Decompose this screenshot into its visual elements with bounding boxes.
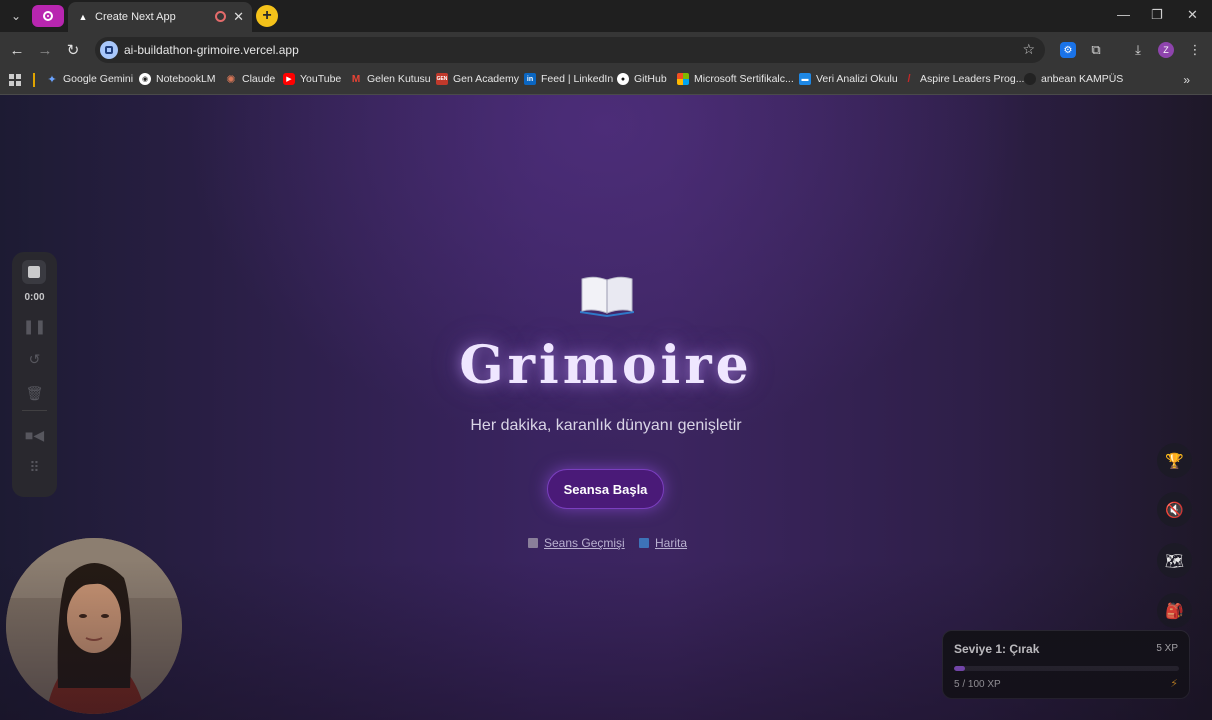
drag-handle-icon[interactable]: ⠿ xyxy=(12,459,57,476)
recording-tab-indicator[interactable] xyxy=(32,5,64,27)
profile-avatar[interactable]: Z xyxy=(1158,42,1174,58)
bookmark-notebooklm[interactable]: ◉ NotebookLM xyxy=(139,73,216,85)
restart-icon[interactable]: ↺ xyxy=(12,351,57,368)
grimoire-page: Grimoire Her dakika, karanlık dünyanı ge… xyxy=(0,95,1212,720)
bookmark-veri-analizi[interactable]: ▬ Veri Analizi Okulu xyxy=(799,73,898,85)
bookmark-github[interactable]: ● GitHub xyxy=(617,73,667,85)
bookmark-anbean[interactable]: anbean KAMPÜS xyxy=(1024,73,1123,85)
youtube-icon: ▶ xyxy=(283,73,295,85)
browser-toolbar: ← → ↻ ai-buildathon-grimoire.vercel.app … xyxy=(0,32,1212,68)
pause-icon[interactable]: ❚❚ xyxy=(12,318,57,335)
bookmark-youtube[interactable]: ▶ YouTube xyxy=(283,73,341,85)
tab-title: Create Next App xyxy=(95,11,176,23)
gmail-icon: M xyxy=(351,73,361,85)
mute-button[interactable]: 🔇 xyxy=(1157,492,1192,527)
open-book-icon xyxy=(580,276,634,317)
map-button[interactable]: 🗺 xyxy=(1157,543,1192,578)
backpack-button[interactable]: 🎒 xyxy=(1157,593,1192,628)
vercel-triangle-icon: ▲ xyxy=(78,12,88,22)
forward-arrow-icon[interactable]: → xyxy=(35,40,55,60)
bookmark-claude[interactable]: ✺ Claude xyxy=(225,73,275,86)
linkedin-icon: in xyxy=(524,73,536,85)
camera-icon[interactable]: ■◀ xyxy=(12,427,57,444)
level-label: Seviye 1: Çırak xyxy=(954,642,1040,656)
veri-analizi-icon: ▬ xyxy=(799,73,811,85)
xp-panel: Seviye 1: Çırak 5 XP 5 / 100 XP ⚡ xyxy=(942,630,1190,699)
xp-progress-fill xyxy=(954,666,966,671)
tab-bar: ⌄ ▲ Create Next App ✕ + — ❐ ✕ xyxy=(0,0,1212,32)
trophy-button[interactable]: 🏆 xyxy=(1157,443,1192,478)
mute-speaker-icon: 🔇 xyxy=(1165,501,1184,519)
bookmark-aspire[interactable]: / Aspire Leaders Prog... xyxy=(903,73,1024,85)
xp-badge: 5 XP xyxy=(1156,643,1178,654)
page-title: Grimoire xyxy=(459,335,753,396)
site-info-icon[interactable] xyxy=(100,41,118,59)
bookmark-microsoft[interactable]: Microsoft Sertifikalc... xyxy=(677,73,794,85)
bookmark-google-gemini[interactable]: ✦ Google Gemini xyxy=(46,73,133,86)
github-icon: ● xyxy=(617,73,629,85)
trophy-icon: 🏆 xyxy=(1165,452,1184,470)
screen-recorder-panel: 0:00 ❚❚ ↺ 🗑 ■◀ ⠿ xyxy=(12,252,57,497)
browser-menu-icon[interactable]: ⋮ xyxy=(1187,42,1203,58)
gen-academy-icon: GEN xyxy=(436,73,448,85)
minimize-icon[interactable]: — xyxy=(1117,7,1130,22)
bookmarks-bar: ✦ Google Gemini ◉ NotebookLM ✺ Claude ▶ YouT… xyxy=(0,68,1212,95)
stop-icon xyxy=(28,266,40,278)
lightning-icon: ⚡ xyxy=(1170,678,1178,690)
xp-progress-text: 5 / 100 XP xyxy=(954,679,1001,690)
tab-recording-icon xyxy=(215,11,226,22)
more-bookmarks-icon[interactable]: » xyxy=(1183,73,1190,87)
address-bar[interactable]: ai-buildathon-grimoire.vercel.app ☆ xyxy=(95,37,1045,63)
restore-icon[interactable]: ❐ xyxy=(1151,7,1163,23)
url-text[interactable]: ai-buildathon-grimoire.vercel.app xyxy=(124,43,299,57)
map-link[interactable]: Harita xyxy=(639,536,687,550)
recording-timer: 0:00 xyxy=(24,292,45,303)
back-arrow-icon[interactable]: ← xyxy=(7,40,27,60)
new-tab-button[interactable]: + xyxy=(256,5,278,27)
window-close-icon[interactable]: ✕ xyxy=(1187,7,1198,23)
tab-active[interactable]: ▲ Create Next App ✕ xyxy=(68,2,252,32)
page-subtitle: Her dakika, karanlık dünyanı genişletir xyxy=(470,417,742,434)
bookmarks-separator xyxy=(33,73,35,87)
claude-icon: ✺ xyxy=(226,73,236,86)
xp-progress-bar xyxy=(954,666,1179,671)
apps-grid-icon[interactable] xyxy=(9,74,21,86)
download-icon[interactable]: ⤓ xyxy=(1130,42,1146,58)
tab-search-chevron-icon[interactable]: ⌄ xyxy=(6,6,26,26)
bookmark-star-icon[interactable]: ☆ xyxy=(1022,41,1035,58)
anbean-icon xyxy=(1024,73,1036,85)
session-history-link[interactable]: Seans Geçmişi xyxy=(528,536,625,550)
gemini-icon: ✦ xyxy=(47,73,57,86)
trash-icon[interactable]: 🗑 xyxy=(12,385,57,402)
backpack-icon: 🎒 xyxy=(1165,602,1184,620)
bookmark-gen-academy[interactable]: GEN Gen Academy xyxy=(436,73,519,85)
stop-recording-button[interactable] xyxy=(22,260,46,284)
webcam-bubble[interactable] xyxy=(6,538,182,714)
map-icon xyxy=(639,538,649,548)
world-map-icon: 🗺 xyxy=(1164,552,1185,570)
microsoft-icon xyxy=(677,73,689,85)
recorder-divider xyxy=(22,410,47,411)
extension-gear-icon[interactable]: ⚙ xyxy=(1060,42,1076,58)
reload-icon[interactable]: ↻ xyxy=(63,40,83,60)
bookmark-gelen-kutusu[interactable]: M Gelen Kutusu xyxy=(350,73,431,85)
tab-close-icon[interactable]: ✕ xyxy=(233,9,244,25)
bookmark-linkedin[interactable]: in Feed | LinkedIn xyxy=(524,73,613,85)
notebook-icon xyxy=(528,538,538,548)
extensions-puzzle-icon[interactable]: ⧉ xyxy=(1088,42,1104,58)
record-icon xyxy=(43,11,53,21)
start-session-button[interactable]: Seansa Başla xyxy=(547,469,664,509)
webcam-person-image xyxy=(6,538,182,714)
notebooklm-icon: ◉ xyxy=(139,73,151,85)
aspire-icon: / xyxy=(907,73,911,85)
